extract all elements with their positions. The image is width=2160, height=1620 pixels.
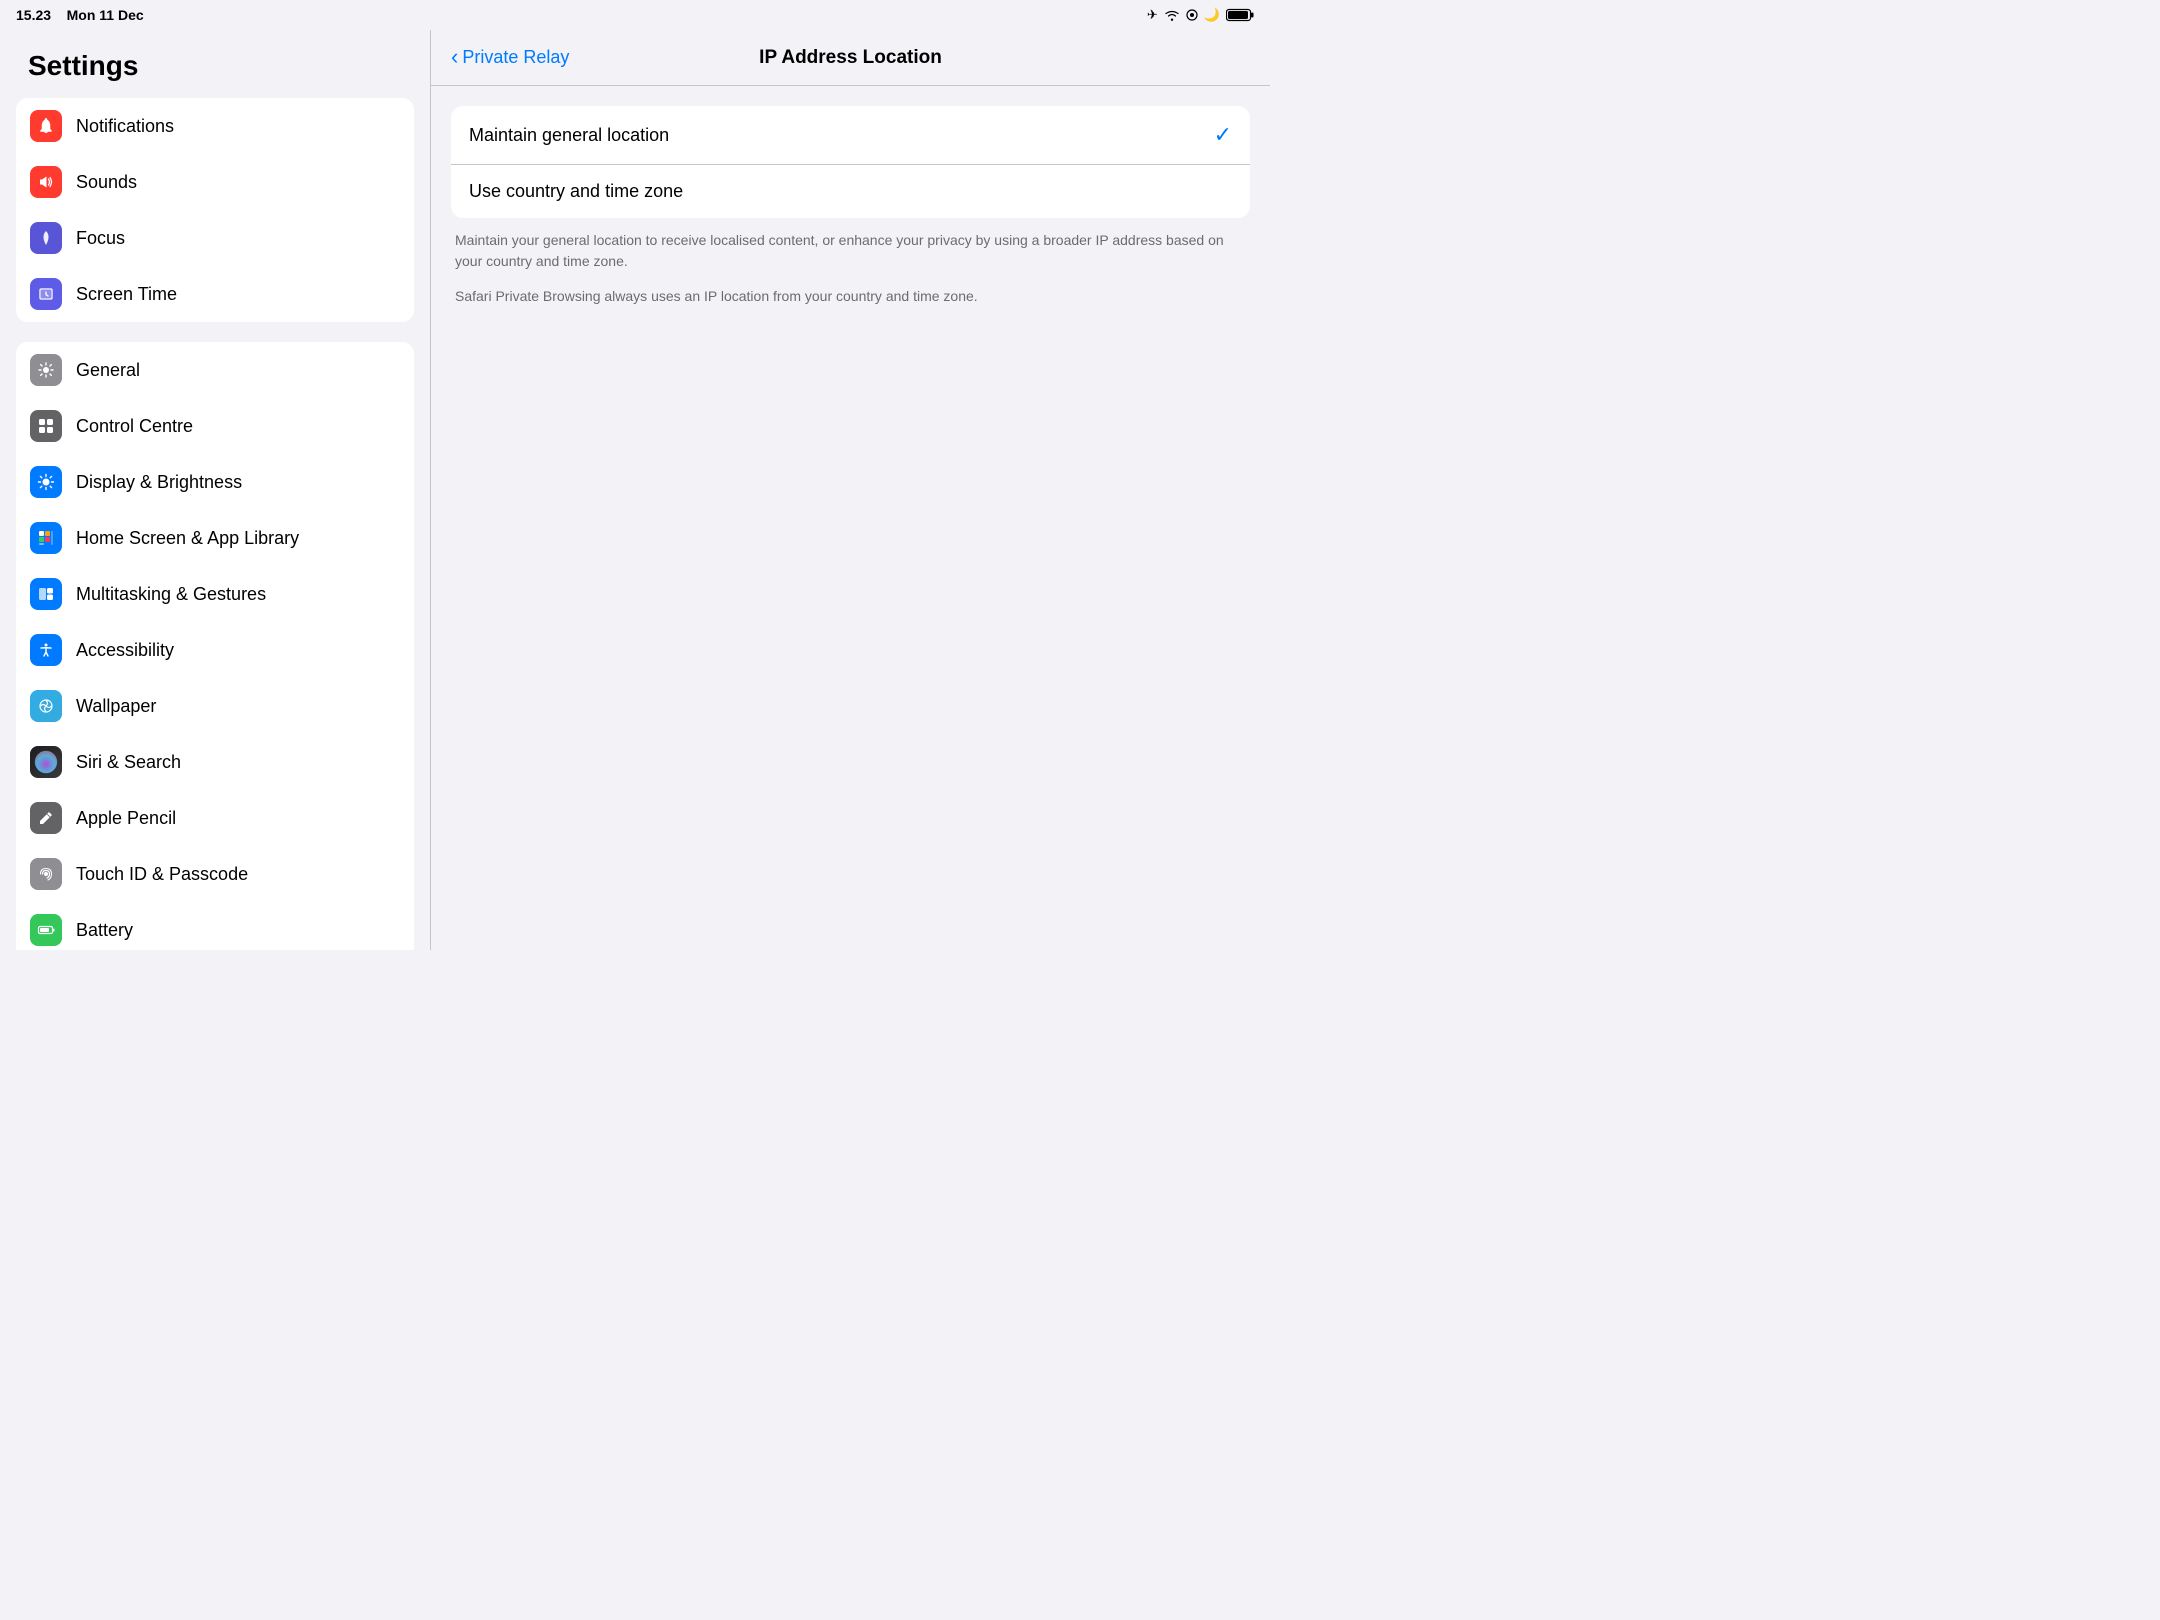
- app-layout: Settings Notifications: [0, 30, 1270, 950]
- sidebar: Settings Notifications: [0, 30, 430, 950]
- control-centre-icon: [30, 410, 62, 442]
- general-label: General: [76, 360, 140, 381]
- status-bar: 15.23 Mon 11 Dec ✈ 🌙: [0, 0, 1270, 30]
- siri-search-label: Siri & Search: [76, 752, 181, 773]
- option-country-timezone[interactable]: Use country and time zone: [451, 165, 1250, 218]
- sidebar-item-home-screen[interactable]: Home Screen & App Library: [16, 510, 414, 566]
- status-icons: ✈ 🌙: [1147, 7, 1254, 23]
- sidebar-item-general[interactable]: General: [16, 342, 414, 398]
- notifications-label: Notifications: [76, 116, 174, 137]
- battery-label: Battery: [76, 920, 133, 941]
- apple-pencil-label: Apple Pencil: [76, 808, 176, 829]
- siri-search-icon: [30, 746, 62, 778]
- accessibility-label: Accessibility: [76, 640, 174, 661]
- sounds-icon: [30, 166, 62, 198]
- focus-label: Focus: [76, 228, 125, 249]
- sidebar-item-sounds[interactable]: Sounds: [16, 154, 414, 210]
- sidebar-title: Settings: [16, 40, 414, 98]
- general-icon: [30, 354, 62, 386]
- control-centre-label: Control Centre: [76, 416, 193, 437]
- sidebar-item-battery[interactable]: Battery: [16, 902, 414, 950]
- apple-pencil-icon: [30, 802, 62, 834]
- sidebar-item-control-centre[interactable]: Control Centre: [16, 398, 414, 454]
- description-text-1: Maintain your general location to receiv…: [451, 230, 1250, 286]
- sidebar-item-screen-time[interactable]: Screen Time: [16, 266, 414, 322]
- sidebar-item-multitasking[interactable]: Multitasking & Gestures: [16, 566, 414, 622]
- screen-time-label: Screen Time: [76, 284, 177, 305]
- touch-id-label: Touch ID & Passcode: [76, 864, 248, 885]
- sidebar-item-focus[interactable]: Focus: [16, 210, 414, 266]
- accessibility-icon: [30, 634, 62, 666]
- location-icon: [1186, 9, 1198, 21]
- sidebar-item-touch-id[interactable]: Touch ID & Passcode: [16, 846, 414, 902]
- settings-group-1: Notifications Sounds Foc: [16, 98, 414, 322]
- option-country-label: Use country and time zone: [469, 181, 683, 202]
- right-header: ‹ Private Relay IP Address Location: [431, 30, 1270, 86]
- settings-group-2: General Control Centre: [16, 342, 414, 950]
- battery-icon: [1226, 8, 1254, 22]
- wifi-icon: [1164, 9, 1180, 21]
- back-button[interactable]: ‹ Private Relay: [451, 45, 569, 70]
- right-content: Maintain general location ✓ Use country …: [431, 86, 1270, 341]
- status-date: Mon 11 Dec: [67, 7, 144, 23]
- touch-id-icon: [30, 858, 62, 890]
- options-group: Maintain general location ✓ Use country …: [451, 106, 1250, 218]
- moon-icon: 🌙: [1204, 7, 1220, 23]
- airplane-icon: ✈: [1147, 7, 1158, 23]
- notifications-icon: [30, 110, 62, 142]
- status-time: 15.23: [16, 7, 51, 23]
- display-brightness-icon: [30, 466, 62, 498]
- back-chevron-icon: ‹: [451, 44, 458, 70]
- page-title: IP Address Location: [759, 47, 942, 69]
- back-label: Private Relay: [462, 47, 569, 68]
- description-text-2: Safari Private Browsing always uses an I…: [451, 286, 1250, 321]
- sidebar-item-wallpaper[interactable]: Wallpaper: [16, 678, 414, 734]
- sidebar-item-display-brightness[interactable]: Display & Brightness: [16, 454, 414, 510]
- option-maintain-general-location[interactable]: Maintain general location ✓: [451, 106, 1250, 165]
- multitasking-icon: [30, 578, 62, 610]
- sidebar-item-accessibility[interactable]: Accessibility: [16, 622, 414, 678]
- option-maintain-label: Maintain general location: [469, 125, 669, 146]
- home-screen-label: Home Screen & App Library: [76, 528, 299, 549]
- right-panel: ‹ Private Relay IP Address Location Main…: [430, 30, 1270, 950]
- status-time-date: 15.23 Mon 11 Dec: [16, 7, 144, 23]
- sidebar-item-notifications[interactable]: Notifications: [16, 98, 414, 154]
- sidebar-item-apple-pencil[interactable]: Apple Pencil: [16, 790, 414, 846]
- focus-icon: [30, 222, 62, 254]
- home-screen-icon: [30, 522, 62, 554]
- wallpaper-icon: [30, 690, 62, 722]
- sidebar-item-siri-search[interactable]: Siri & Search: [16, 734, 414, 790]
- sounds-label: Sounds: [76, 172, 137, 193]
- multitasking-label: Multitasking & Gestures: [76, 584, 266, 605]
- checkmark-icon: ✓: [1214, 122, 1232, 148]
- battery-icon: [30, 914, 62, 946]
- wallpaper-label: Wallpaper: [76, 696, 156, 717]
- screen-time-icon: [30, 278, 62, 310]
- display-brightness-label: Display & Brightness: [76, 472, 242, 493]
